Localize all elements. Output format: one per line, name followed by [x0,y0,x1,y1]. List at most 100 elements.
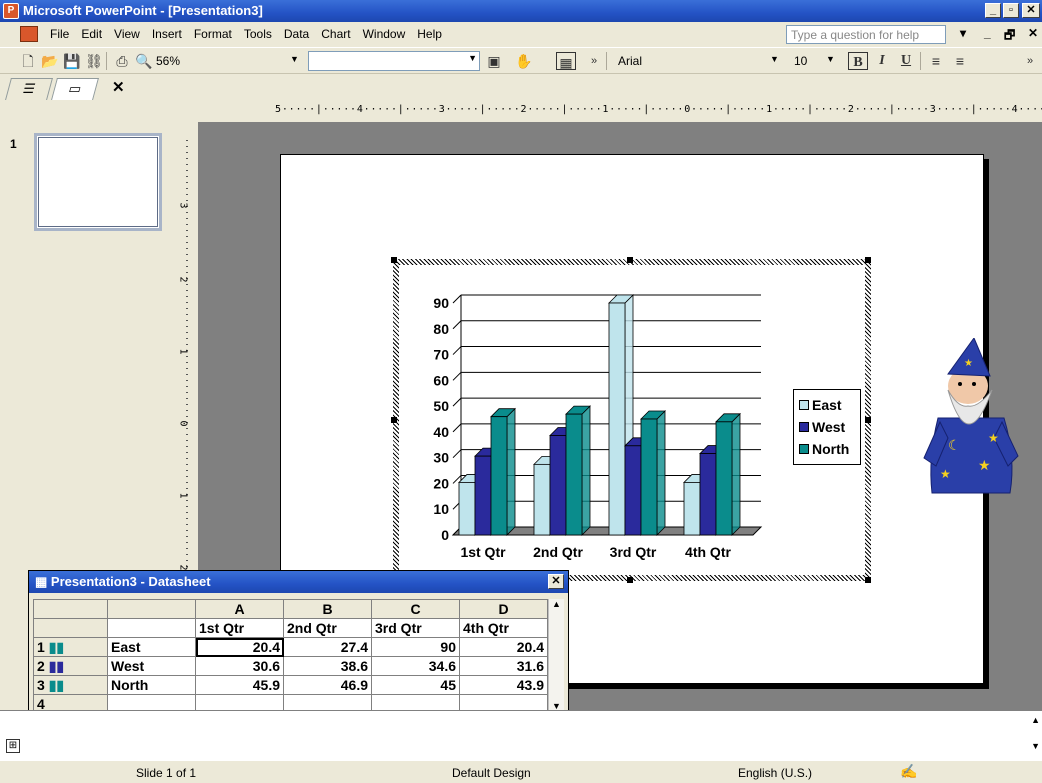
corner-cell[interactable] [33,599,108,619]
doc-close-icon[interactable]: ✕ [1028,26,1038,40]
tab-outline[interactable]: ☰ [5,78,53,100]
spelling-check-icon[interactable]: ✍ [900,763,917,780]
minimize-button[interactable]: _ [985,3,1001,18]
column-header[interactable] [107,599,196,619]
bold-button[interactable]: B [848,52,868,70]
cell[interactable] [107,618,196,638]
resize-handle[interactable] [391,417,397,423]
menu-tools[interactable]: Tools [244,27,272,41]
row-header[interactable]: 3 ▮▮ [33,675,108,695]
row-header[interactable]: 2 ▮▮ [33,656,108,676]
new-document-icon[interactable]: 🗋 [18,51,38,71]
format-object-icon[interactable]: ▣ [484,51,504,71]
open-folder-icon[interactable]: 📂 [40,51,60,71]
save-icon[interactable]: 💾 [62,51,82,71]
chart-objects-combo[interactable]: ▼ [308,51,480,71]
doc-minimize-icon[interactable]: _ [984,26,991,40]
align-center-icon[interactable]: ≡ [950,51,970,71]
cell[interactable]: 2nd Qtr [283,618,372,638]
doc-restore-icon[interactable]: 🗗 [1004,26,1015,47]
menu-help[interactable]: Help [417,27,442,41]
gridline-side [452,371,462,381]
column-header[interactable]: D [459,599,548,619]
font-size-dropdown-icon[interactable]: ▼ [826,54,835,64]
close-pane-icon[interactable]: ✕ [112,78,125,96]
column-header[interactable]: A [195,599,284,619]
print-icon[interactable]: ⎙ [112,51,132,71]
font-dropdown-icon[interactable]: ▼ [770,54,779,64]
normal-view-icon[interactable]: ⊞ [6,739,20,753]
cell[interactable]: East [107,637,196,657]
column-header[interactable]: C [371,599,460,619]
cell[interactable]: 30.6 [195,656,284,676]
help-dropdown-icon[interactable]: ▾ [960,26,966,40]
menu-edit[interactable]: Edit [81,27,102,41]
resize-handle[interactable] [627,257,633,263]
datasheet-titlebar[interactable]: ▦ Presentation3 - Datasheet ✕ [29,571,568,593]
cell[interactable]: 43.9 [459,675,548,695]
cell[interactable]: 20.4 [195,637,284,657]
datasheet-toggle-icon[interactable]: ▦ [556,52,576,71]
cell[interactable]: 1st Qtr [195,618,284,638]
window-title: Microsoft PowerPoint - [Presentation3] [23,3,263,18]
tab-slides[interactable]: ▭ [51,78,99,100]
chart-legend[interactable]: East West North [793,389,861,465]
cell[interactable]: 45.9 [195,675,284,695]
x-tick-label: 1st Qtr [460,544,506,560]
zoom-dropdown-icon[interactable]: ▼ [290,54,299,64]
cell[interactable]: 34.6 [371,656,460,676]
datasheet-vertical-scrollbar[interactable]: ▲ ▼ [548,599,564,711]
print-preview-icon[interactable]: 🔍 [134,51,154,71]
help-search-input[interactable]: Type a question for help [786,25,946,44]
toolbar-options-icon[interactable]: » [584,51,604,71]
column-header[interactable]: B [283,599,372,619]
gridline-side [452,423,462,433]
office-assistant-wizard[interactable]: ★ ☾ ★ ★ ★ [918,338,1022,498]
cell[interactable]: 3rd Qtr [371,618,460,638]
resize-handle[interactable] [865,577,871,583]
menu-format[interactable]: Format [194,27,232,41]
close-button[interactable]: ✕ [1022,3,1040,18]
cell[interactable]: 45 [371,675,460,695]
cell[interactable]: 4th Qtr [459,618,548,638]
restore-button[interactable]: ▫ [1003,3,1019,18]
slide-thumbnail[interactable] [34,133,162,231]
font-size[interactable]: 10 [794,54,807,68]
notes-pane[interactable]: ⊞ ▲ ▼ [0,710,1042,760]
notes-scroll-down-icon[interactable]: ▼ [1031,741,1040,751]
document-icon[interactable] [20,26,38,42]
resize-handle[interactable] [865,417,871,423]
zoom-level[interactable]: 56% [156,54,180,68]
resize-handle[interactable] [391,257,397,263]
menu-view[interactable]: View [114,27,140,41]
menu-file[interactable]: File [50,27,69,41]
notes-scroll-up-icon[interactable]: ▲ [1031,715,1040,725]
row-header[interactable]: 1 ▮▮ [33,637,108,657]
menu-insert[interactable]: Insert [152,27,182,41]
menu-chart[interactable]: Chart [321,27,350,41]
resize-handle[interactable] [627,577,633,583]
cell[interactable]: 46.9 [283,675,372,695]
toolbar-overflow-icon[interactable]: » [1020,51,1040,71]
import-file-icon[interactable]: ✋ [514,51,534,71]
cell[interactable]: 31.6 [459,656,548,676]
powerpoint-app-icon[interactable]: P [3,3,19,19]
cell[interactable]: West [107,656,196,676]
cell[interactable]: 20.4 [459,637,548,657]
menu-data[interactable]: Data [284,27,309,41]
underline-button[interactable]: U [896,51,916,71]
permission-icon[interactable]: ⛓ [84,51,104,71]
menu-window[interactable]: Window [363,27,406,41]
resize-handle[interactable] [865,257,871,263]
cell[interactable]: 90 [371,637,460,657]
datasheet-close-button[interactable]: ✕ [548,574,564,589]
align-left-icon[interactable]: ≡ [926,51,946,71]
scroll-up-icon[interactable]: ▲ [549,599,564,609]
italic-button[interactable]: I [872,51,892,71]
cell[interactable]: North [107,675,196,695]
chart-object[interactable]: 0 10 20 30 40 50 60 70 80 90 1st Qtr 2nd Qtr 3rd Qtr… [393,259,871,581]
row-header[interactable] [33,618,108,638]
cell[interactable]: 27.4 [283,637,372,657]
font-name[interactable]: Arial [618,54,642,68]
cell[interactable]: 38.6 [283,656,372,676]
